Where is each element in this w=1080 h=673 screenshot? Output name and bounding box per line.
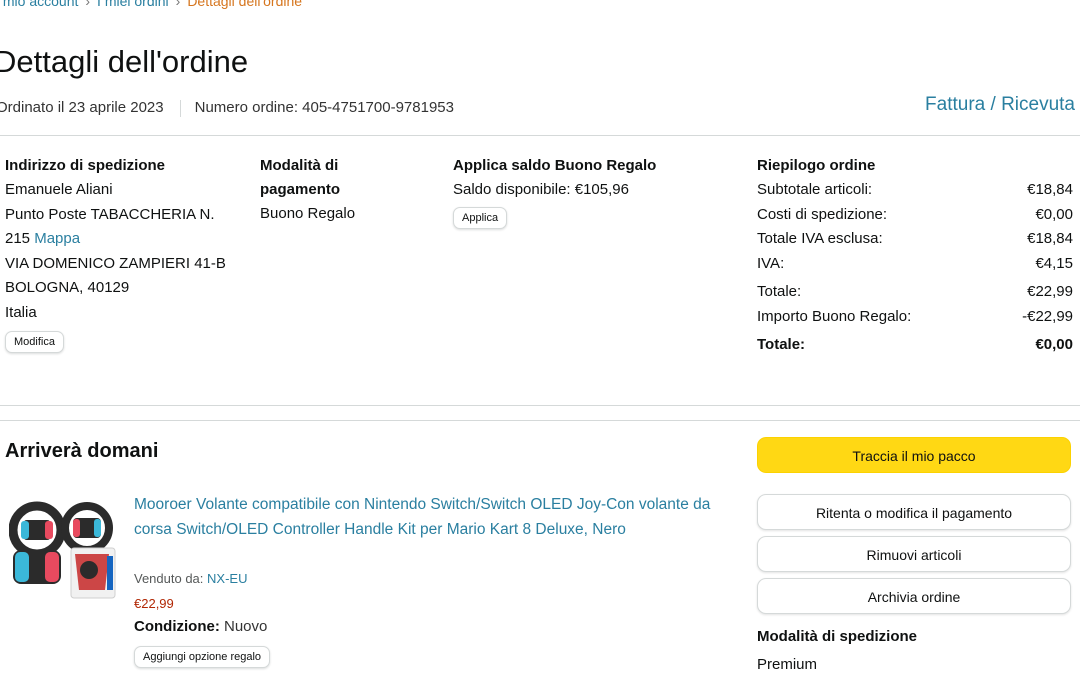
product-condition: Condizione: Nuovo: [134, 618, 267, 635]
gift-option-wrapper: Aggiungi opzione regalo: [134, 646, 271, 668]
summary-value: €18,84: [1027, 230, 1073, 247]
apply-gift-balance-button[interactable]: Applica: [453, 206, 508, 229]
summary-row: Importo Buono Regalo: -€22,99: [757, 305, 1073, 330]
shipping-method-value: Premium: [757, 656, 818, 673]
order-summary-title: Riepilogo ordine: [757, 157, 876, 174]
order-date: Ordinato il 23 aprile 2023: [0, 99, 164, 116]
address-line: Punto Poste TABACCHERIA N.: [5, 205, 215, 223]
summary-grand-total: Totale: €0,00: [757, 333, 1073, 358]
edit-address-button[interactable]: Modifica: [5, 331, 64, 353]
summary-label: Totale:: [757, 283, 802, 300]
breadcrumb: Il mio account › I miei ordini › Dettagli de…: [0, 0, 302, 9]
page-title: Dettagli dell'ordine: [0, 44, 249, 79]
add-gift-option-button[interactable]: Aggiungi opzione regalo: [134, 646, 271, 668]
payment-section: Modalità di pagamento Buono Regalo: [260, 154, 380, 227]
order-summary: Riepilogo ordine Subtotale articoli: €18,…: [757, 154, 1073, 358]
summary-label: IVA:: [757, 254, 785, 272]
summary-value: €22,99: [1027, 283, 1073, 300]
summary-row: IVA: €4,15: [757, 252, 1073, 277]
summary-label: Costi di spedizione:: [757, 205, 888, 223]
summary-row: Totale: €22,99: [757, 280, 1073, 305]
summary-label: Importo Buono Regalo:: [757, 307, 912, 325]
shipping-method-title: Modalità di spedizione: [757, 628, 918, 645]
breadcrumb-separator: ›: [175, 0, 181, 9]
breadcrumb-my-account[interactable]: Il mio account: [0, 0, 78, 9]
invoice-link[interactable]: Fattura / Ricevuta: [925, 94, 1075, 116]
retry-payment-button[interactable]: Ritenta o modifica il pagamento: [757, 494, 1071, 530]
payment-title: Modalità di pagamento: [260, 157, 341, 198]
archive-order-button[interactable]: Archivia ordine: [757, 578, 1071, 614]
delivery-heading: Arriverà domani: [5, 440, 159, 462]
gift-balance-available: Saldo disponibile: €105,96: [453, 181, 629, 198]
order-number: Numero ordine: 405-4751700-9781953: [194, 99, 454, 116]
product-price: €22,99: [134, 596, 174, 611]
condition-label: Condizione:: [134, 618, 220, 635]
summary-label: Subtotale articoli:: [757, 181, 873, 198]
summary-value: €4,15: [1035, 254, 1073, 272]
product-image[interactable]: [9, 490, 127, 608]
summary-row: Subtotale articoli: €18,84: [757, 178, 1073, 203]
summary-value: €0,00: [1035, 336, 1073, 353]
recipient-name: Emanuele Aliani: [5, 181, 113, 198]
summary-label: Totale:: [757, 336, 806, 353]
order-meta: Ordinato il 23 aprile 2023 Numero ordine:…: [0, 99, 454, 117]
payment-method: Buono Regalo: [260, 205, 356, 222]
address-line-with-map: 215 Mappa: [5, 227, 250, 252]
map-link[interactable]: Mappa: [34, 230, 80, 247]
gift-balance-title: Applica saldo Buono Regalo: [453, 157, 657, 174]
shipping-address-title: Indirizzo di spedizione: [5, 157, 166, 174]
summary-row: Costi di spedizione: €0,00: [757, 203, 1073, 228]
breadcrumb-my-orders[interactable]: I miei ordini: [97, 0, 169, 9]
divider: [0, 420, 1080, 421]
product-title-link[interactable]: Mooroer Volante compatibile con Nintendo…: [134, 493, 734, 542]
track-package-button[interactable]: Traccia il mio pacco: [757, 437, 1071, 473]
shipping-address-section: Indirizzo di spedizione Emanuele Aliani …: [5, 154, 250, 353]
sold-by: Venduto da: NX-EU: [134, 571, 247, 586]
summary-label: Totale IVA esclusa:: [757, 230, 883, 247]
divider: [0, 405, 1080, 406]
meta-divider: [179, 99, 181, 117]
address-line: VIA DOMENICO ZAMPIERI 41-B: [5, 254, 226, 272]
summary-value: €18,84: [1027, 181, 1073, 198]
seller-link[interactable]: NX-EU: [207, 571, 247, 586]
breadcrumb-current: Dettagli dell'ordine: [187, 0, 303, 9]
address-country: Italia: [5, 303, 37, 321]
address-line: 215: [5, 230, 31, 247]
remove-items-button[interactable]: Rimuovi articoli: [757, 536, 1071, 572]
sold-by-label: Venduto da:: [134, 571, 204, 586]
divider: [0, 135, 1080, 136]
address-city: BOLOGNA, 40129: [5, 279, 130, 296]
summary-row: Totale IVA esclusa: €18,84: [757, 227, 1073, 252]
gift-balance-section: Applica saldo Buono Regalo Saldo disponi…: [453, 154, 713, 229]
breadcrumb-separator: ›: [85, 0, 91, 9]
summary-value: €0,00: [1035, 205, 1073, 223]
condition-value: Nuovo: [224, 618, 268, 635]
summary-value: -€22,99: [1022, 307, 1073, 325]
